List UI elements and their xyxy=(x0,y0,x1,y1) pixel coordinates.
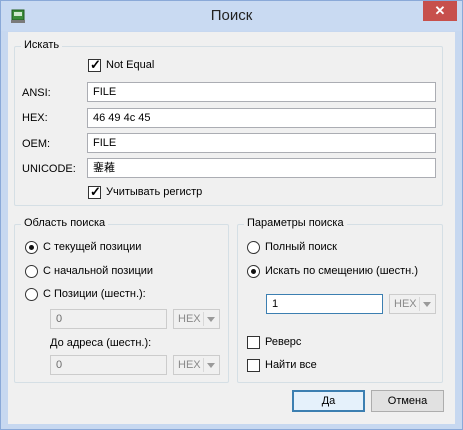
radio-from-start[interactable] xyxy=(25,265,38,278)
oem-label: OEM: xyxy=(22,138,51,150)
not-equal-label: Not Equal xyxy=(106,59,155,71)
scope-group: Область поиска С текущей позиции С начал… xyxy=(14,217,229,383)
offset-format-select[interactable]: HEX xyxy=(389,294,436,314)
chevron-down-icon xyxy=(423,302,431,307)
radio-from-current[interactable] xyxy=(25,241,38,254)
chevron-down-icon xyxy=(207,317,215,322)
to-format-select[interactable]: HEX xyxy=(173,355,220,375)
reverse-label: Реверс xyxy=(265,336,302,348)
radio-from-start-label: С начальной позиции xyxy=(43,265,154,277)
radio-from-current-label: С текущей позиции xyxy=(43,241,142,253)
dialog-body: Искать ✓ Not Equal ANSI: FILE HEX: 46 49… xyxy=(8,32,455,424)
find-all-label: Найти все xyxy=(265,359,317,371)
hex-label: HEX: xyxy=(22,112,48,124)
from-position-field[interactable]: 0 xyxy=(50,309,167,329)
not-equal-checkbox[interactable]: ✓ xyxy=(88,57,101,72)
case-sensitive-label: Учитывать регистр xyxy=(106,186,203,198)
radio-from-position-label: С Позиции (шестн.): xyxy=(43,288,146,300)
unicode-field[interactable]: 䥆䕌 xyxy=(87,158,436,178)
radio-search-by-offset-label: Искать по смещению (шестн.) xyxy=(265,265,418,277)
window-title: Поиск xyxy=(210,7,253,24)
offset-field[interactable]: 1 xyxy=(266,294,383,314)
radio-search-by-offset[interactable] xyxy=(247,265,260,278)
ansi-label: ANSI: xyxy=(22,87,51,99)
close-button[interactable]: ✕ xyxy=(423,1,457,21)
search-dialog: Поиск ✕ Искать ✓ Not Equal ANSI: FILE HE… xyxy=(0,0,463,430)
params-group: Параметры поиска Полный поиск Искать по … xyxy=(237,217,443,383)
close-icon: ✕ xyxy=(434,3,446,18)
radio-full-search[interactable] xyxy=(247,241,260,254)
radio-from-position[interactable] xyxy=(25,288,38,301)
oem-field[interactable]: FILE xyxy=(87,133,436,153)
search-group: Искать ✓ Not Equal ANSI: FILE HEX: 46 49… xyxy=(14,39,443,206)
find-all-checkbox[interactable] xyxy=(247,359,260,372)
checkmark-icon: ✓ xyxy=(90,57,101,72)
unicode-label: UNICODE: xyxy=(22,163,76,175)
title-bar: Поиск ✕ xyxy=(1,1,462,31)
reverse-checkbox[interactable] xyxy=(247,336,260,349)
checkmark-icon: ✓ xyxy=(90,184,101,199)
case-sensitive-checkbox[interactable]: ✓ xyxy=(88,184,101,199)
radio-full-search-label: Полный поиск xyxy=(265,241,337,253)
from-format-value: HEX xyxy=(178,313,201,325)
to-address-label: До адреса (шестн.): xyxy=(50,337,152,349)
from-format-select[interactable]: HEX xyxy=(173,309,220,329)
search-group-title: Искать xyxy=(21,39,63,51)
params-group-title: Параметры поиска xyxy=(244,217,347,229)
ansi-field[interactable]: FILE xyxy=(87,82,436,102)
to-address-field[interactable]: 0 xyxy=(50,355,167,375)
cancel-button[interactable]: Отмена xyxy=(371,390,444,412)
hex-field[interactable]: 46 49 4c 45 xyxy=(87,108,436,128)
ok-button[interactable]: Да xyxy=(292,390,365,412)
offset-format-value: HEX xyxy=(394,298,417,310)
chevron-down-icon xyxy=(207,363,215,368)
to-format-value: HEX xyxy=(178,359,201,371)
scope-group-title: Область поиска xyxy=(21,217,109,229)
